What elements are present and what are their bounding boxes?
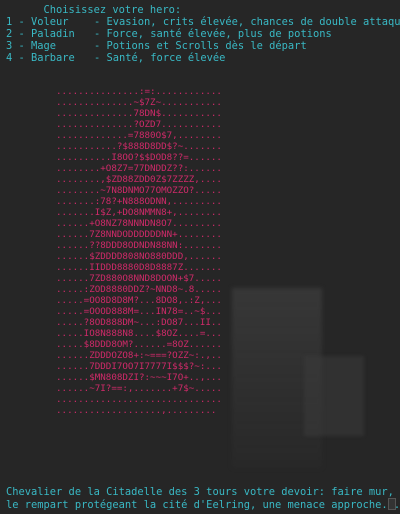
story-text-line-2: le rempart protégeant la cité d'Eelring,…	[6, 499, 400, 511]
hero-option-voleur: 1 - Voleur - Evasion, crits élevée, chanc…	[6, 16, 400, 28]
ascii-art-line: ........~7N8DNMO77OMOZZO?.....	[56, 185, 222, 196]
ascii-art-line: ..............~$7Z~...........	[56, 97, 222, 108]
ascii-art-line: ......7Z8NNDODDDDDDNN+........	[56, 229, 222, 240]
hero-option-desc: - Santé, force élevée	[94, 52, 226, 64]
hero-option-desc: - Potions et Scrolls dès le départ	[94, 40, 307, 52]
ascii-art-line: .....=OO8D8D8M?...8DO8,.:Z,...	[56, 295, 222, 306]
ascii-art-line: .......:78?+N888ODNN,.........	[56, 196, 222, 207]
ascii-art-line: ......+O8NZ78NNNDN8O7.........	[56, 218, 222, 229]
hero-option-paladin: 2 - Paladin - Force, santé élevée, plus d…	[6, 28, 332, 40]
ascii-art-line: ..............?OZD7...........	[56, 119, 222, 130]
hero-option-mage: 3 - Mage - Potions et Scrolls dès le dépa…	[6, 40, 307, 52]
hero-option-barbare: 4 - Barbare - Santé, force élevée	[6, 52, 225, 64]
ascii-art-line: .....=OOOD888M=...IN78=..~$...	[56, 306, 222, 317]
ascii-art-line: ......$ZDDDD808NO880DDD,......	[56, 251, 222, 262]
background-shadow	[304, 356, 364, 436]
ascii-art-line: ..............78DN$...........	[56, 108, 222, 119]
hero-option-key: 1 - Voleur	[6, 16, 69, 28]
ascii-art-line: ......IIDDD8880D8D8887Z.......	[56, 262, 222, 273]
hero-option-key: 2 - Paladin	[6, 28, 75, 40]
hero-option-key: 4 - Barbare	[6, 52, 75, 64]
hero-option-key: 3 - Mage	[6, 40, 57, 52]
ascii-art-line: ...........?$888D8DD$?~.......	[56, 141, 222, 152]
story-text-line-1: Chevalier de la Citadelle des 3 tours vo…	[6, 486, 394, 498]
scrollbar-thumb[interactable]	[388, 498, 396, 510]
ascii-art-line: ......$MN808DZI?:~~~I7O+..,...	[56, 372, 222, 383]
hero-prompt: Choisissez votre hero:	[6, 4, 182, 16]
ascii-art-line: ...............:=:............	[56, 86, 222, 97]
ascii-art-line: ......7ZD880O8NND8DOON+$7.....	[56, 273, 222, 284]
ascii-art-line: ...................,.........	[56, 405, 222, 416]
ascii-art-line: ......~7I?==:,.......+7$~.....	[56, 383, 222, 394]
ascii-art-line: ........,$ZD88ZDD0Z$7ZZZZ,....	[56, 174, 222, 185]
ascii-art-line: ......7DDDI7OO7I7777I$$$?~:...	[56, 361, 222, 372]
ascii-art-line: .............=7880O$7,........	[56, 130, 222, 141]
ascii-art-line: .....?8OD888DM~...:DO87...II..	[56, 317, 222, 328]
ascii-art-tower: ...............:=:............ .........…	[56, 86, 222, 416]
ascii-art-line: ..............................	[56, 394, 222, 405]
hero-option-desc: - Force, santé élevée, plus de potions	[94, 28, 332, 40]
ascii-art-line: ......ZDDDOZO8+:~===?OZZ~:.,..	[56, 350, 222, 361]
ascii-art-line: ........+O8Z7=77DNDDZ??:......	[56, 163, 222, 174]
ascii-art-line: .....$8DDD8OM?......=8OZ......	[56, 339, 222, 350]
ascii-art-line: ..........I8OO?$$DOD8??=......	[56, 152, 222, 163]
ascii-art-line: .....:ZOD8880DDZ?~NND8~.8.....	[56, 284, 222, 295]
terminal-window: Choisissez votre hero: 1 - Voleur - Evasi…	[0, 0, 400, 514]
ascii-art-line: ......??8DDD8ODNDN88NN:.......	[56, 240, 222, 251]
ascii-art-line: .....IO8N888N8....$8OZ....=...	[56, 328, 222, 339]
ascii-art-line: .......I$Z,+DO8NMMN8+,........	[56, 207, 222, 218]
hero-option-desc: - Evasion, crits élevée, chances de doub…	[94, 16, 400, 28]
